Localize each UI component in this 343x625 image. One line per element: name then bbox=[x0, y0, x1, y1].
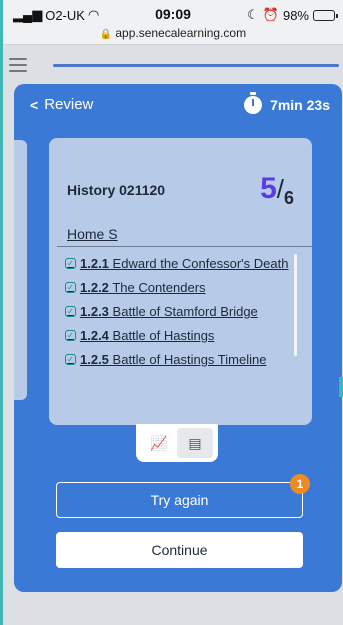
topic-list: ✓ 1.2.1 Edward the Confessor's Death ✓ 1.2… bbox=[65, 256, 293, 376]
topic-item[interactable]: ✓ 1.2.3 Battle of Stamford Bridge bbox=[65, 304, 293, 319]
check-icon: ✓ bbox=[65, 354, 76, 365]
back-label: Review bbox=[44, 96, 94, 113]
screen: ▂▄▆ O2-UK ◠ 09:09 ☾ ⏰ 98% 🔒 app.senecalea… bbox=[3, 0, 343, 625]
view-toggle: 📈 ▤ bbox=[136, 424, 218, 462]
moon-icon: ☾ bbox=[247, 7, 259, 22]
check-icon: ✓ bbox=[65, 258, 76, 269]
topic-item[interactable]: ✓ 1.2.4 Battle of Hastings bbox=[65, 328, 293, 343]
review-back-button[interactable]: < Review bbox=[30, 96, 93, 113]
score-slash: / bbox=[276, 174, 284, 204]
address-bar[interactable]: 🔒 app.senecalearning.com bbox=[3, 26, 343, 40]
check-icon: ✓ bbox=[65, 282, 76, 293]
session-progress-bar bbox=[53, 64, 339, 67]
topic-item[interactable]: ✓ 1.2.5 Battle of Hastings Timeline bbox=[65, 352, 293, 367]
stopwatch-icon bbox=[244, 92, 263, 114]
menu-icon[interactable] bbox=[9, 58, 27, 72]
try-again-badge: 1 bbox=[290, 474, 310, 494]
try-again-button[interactable]: Try again bbox=[56, 482, 303, 518]
divider bbox=[57, 246, 312, 247]
course-link[interactable]: Home S bbox=[67, 226, 118, 242]
card-title: History 021120 bbox=[67, 182, 166, 198]
timer-value: 7min 23s bbox=[270, 97, 330, 113]
modal-header: < Review 7min 23s bbox=[14, 84, 342, 128]
chevron-left-icon: < bbox=[30, 96, 39, 113]
battery-percent: 98% bbox=[282, 7, 309, 23]
topic-list-scrollbar[interactable] bbox=[294, 254, 297, 356]
score-denominator: 6 bbox=[283, 188, 294, 208]
edge-strip bbox=[339, 377, 343, 397]
session-summary-modal: < Review 7min 23s History 021120 5/6 Hom… bbox=[14, 84, 342, 592]
battery-icon bbox=[313, 9, 338, 21]
check-icon: ✓ bbox=[65, 330, 76, 341]
list-view-tab[interactable]: ▤ bbox=[177, 428, 213, 458]
url-text: app.senecalearning.com bbox=[115, 26, 247, 40]
status-right: ☾ ⏰ 98% bbox=[247, 7, 338, 23]
app-header bbox=[3, 46, 343, 88]
topic-item[interactable]: ✓ 1.2.1 Edward the Confessor's Death bbox=[65, 256, 293, 271]
chart-view-tab[interactable]: 📈 bbox=[141, 428, 177, 458]
topic-item[interactable]: ✓ 1.2.2 The Contenders bbox=[65, 280, 293, 295]
lock-icon: 🔒 bbox=[99, 29, 113, 40]
previous-card-peek[interactable] bbox=[14, 140, 27, 400]
alarm-icon: ⏰ bbox=[262, 7, 279, 22]
check-icon: ✓ bbox=[65, 306, 76, 317]
status-bar: ▂▄▆ O2-UK ◠ 09:09 ☾ ⏰ 98% 🔒 app.senecalea… bbox=[3, 0, 343, 45]
chart-icon: 📈 bbox=[150, 434, 168, 451]
result-card: History 021120 5/6 Home S ✓ 1.2.1 Edward … bbox=[49, 138, 312, 425]
session-timer: 7min 23s bbox=[244, 92, 330, 114]
score: 5/6 bbox=[260, 172, 294, 208]
document-icon: ▤ bbox=[188, 434, 202, 451]
score-numerator: 5 bbox=[260, 172, 277, 205]
continue-button[interactable]: Continue bbox=[56, 532, 303, 568]
